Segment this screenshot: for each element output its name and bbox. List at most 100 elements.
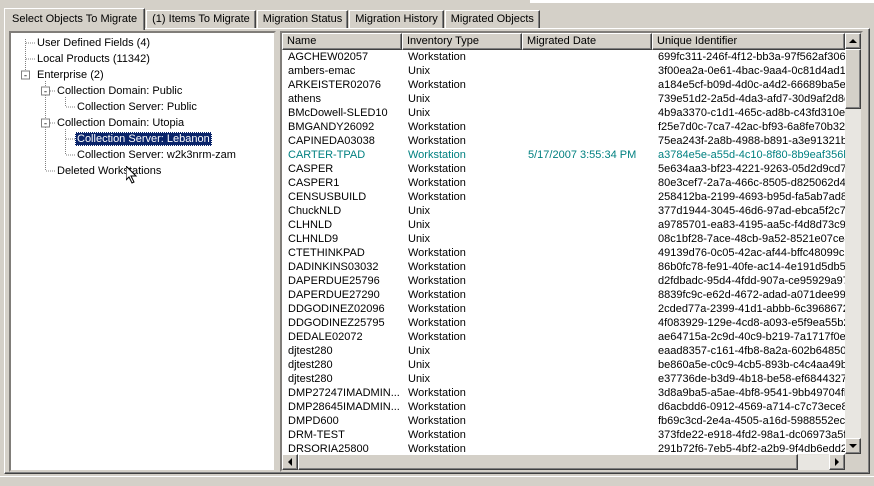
cell-migrated-date: [522, 218, 652, 232]
cell-inventory-type: Unix: [408, 107, 431, 119]
cell-migrated-date: [522, 288, 652, 302]
tab-1-items-to-migrate[interactable]: (1) Items To Migrate: [146, 10, 256, 29]
cell-unique-identifier: 8839fc9c-e62d-4672-adad-a071dee992: [658, 289, 845, 301]
table-row[interactable]: CARTER-TPAD Workstation 5/17/2007 3:55:34 …: [282, 148, 845, 162]
cell-migrated-date: [522, 50, 652, 64]
tree-node-user-defined-fields-4[interactable]: User Defined Fields (4): [35, 36, 152, 50]
scroll-left-button[interactable]: [282, 454, 298, 470]
table-row[interactable]: ChuckNLD Unix 377d1944-3045-46d6-97ad-ebca…: [282, 204, 845, 218]
cell-inventory-type: Unix: [408, 373, 431, 385]
tree-node-enterprise-2[interactable]: Enterprise (2): [35, 68, 106, 82]
tab-migration-history[interactable]: Migration History: [349, 10, 444, 29]
cell-name: CLHNLD9: [288, 233, 339, 245]
tab-migration-status[interactable]: Migration Status: [256, 10, 349, 29]
column-header-inventory-type[interactable]: Inventory Type: [402, 33, 522, 50]
tree-node-local-products-11342[interactable]: Local Products (11342): [35, 52, 152, 66]
column-header-migrated-date[interactable]: Migrated Date: [522, 33, 652, 50]
table-row[interactable]: CAPINEDA03038 Workstation 75ea243f-2a8b-49…: [282, 134, 845, 148]
cell-inventory-type: Unix: [408, 219, 431, 231]
table-row[interactable]: ARKEISTER02076 Workstation a184e5cf-b09d-4…: [282, 78, 845, 92]
table-row[interactable]: djtest280 Unix e37736de-b3d9-4b18-be58-ef6…: [282, 372, 845, 386]
cell-inventory-type: Workstation: [408, 135, 466, 147]
table-row[interactable]: CLHNLD Unix a9785701-ea83-4195-aa5c-f4d8d7…: [282, 218, 845, 232]
scroll-down-button[interactable]: [845, 438, 861, 454]
cell-inventory-type: Workstation: [408, 191, 466, 203]
cell-unique-identifier: 377d1944-3045-46d6-97ad-ebca5f2c70: [658, 205, 845, 217]
cell-migrated-date: [522, 414, 652, 428]
tab-migrated-objects[interactable]: Migrated Objects: [444, 10, 540, 29]
scroll-up-button[interactable]: [845, 33, 861, 49]
table-row[interactable]: djtest280 Unix eaad8357-c161-4fb8-8a2a-602…: [282, 344, 845, 358]
table-row[interactable]: DMPD600 Workstation fb69c3cd-2e4a-4505-a16…: [282, 414, 845, 428]
cell-name: AGCHEW02057: [288, 51, 369, 63]
cell-name: ambers-emac: [288, 65, 356, 77]
cell-name: CASPER: [288, 163, 334, 175]
table-row[interactable]: AGCHEW02057 Workstation 699fc311-246f-4f12…: [282, 50, 845, 64]
tree-node-collection-server-lebanon[interactable]: Collection Server: Lebanon: [75, 132, 212, 146]
tree-node-collection-server-w2k3nrm-zam[interactable]: Collection Server: w2k3nrm-zam: [75, 148, 238, 162]
cell-unique-identifier: 5e634aa3-bf23-4221-9263-05d2d9cd7e: [658, 163, 845, 175]
tab-select-objects-to-migrate[interactable]: Select Objects To Migrate: [4, 8, 146, 30]
cell-inventory-type: Workstation: [408, 177, 466, 189]
scroll-corner: [845, 454, 861, 470]
table-row[interactable]: BMcDowell-SLED10 Unix 4b9a3370-c1d1-465c-a…: [282, 106, 845, 120]
tree-node-collection-domain-public[interactable]: Collection Domain: Public: [55, 84, 184, 98]
table-row[interactable]: DMP28645IMADMIN... Workstation d6acbdd6-09…: [282, 400, 845, 414]
column-header-name[interactable]: Name: [282, 33, 402, 50]
table-row[interactable]: DAPERDUE25796 Workstation d2fdbadc-95d4-4f…: [282, 274, 845, 288]
table-row[interactable]: athens Unix 739e51d2-2a5d-4da3-afd7-30d9af…: [282, 92, 845, 106]
object-tree[interactable]: - - - User Defined Fields (4) Local Product…: [9, 31, 276, 472]
tree-collapse-icon[interactable]: -: [41, 86, 50, 97]
table-row[interactable]: ambers-emac Unix 3f00ea2a-0e61-4bac-9aa4-0…: [282, 64, 845, 78]
table-row[interactable]: CTETHINKPAD Workstation 49139d76-0c05-42ac…: [282, 246, 845, 260]
table-row[interactable]: DRM-TEST Workstation 373fde22-e918-4fd2-98…: [282, 428, 845, 442]
column-header-unique-identifier[interactable]: Unique Identifier: [652, 33, 845, 50]
cell-unique-identifier: 258412ba-2199-4693-b95d-fa5ab7ad85: [658, 191, 845, 203]
table-row[interactable]: CENSUSBUILD Workstation 258412ba-2199-4693…: [282, 190, 845, 204]
tree-expander-glyph: -: [44, 87, 47, 97]
cell-unique-identifier: 3d8a9ba5-a5ae-4bf8-9541-9bb49704fb: [658, 387, 845, 399]
table-row[interactable]: DADINKINS03032 Workstation 86b0fc78-fe91-4…: [282, 260, 845, 274]
table-row[interactable]: DEDALE02072 Workstation ae64715a-2c9d-40c9…: [282, 330, 845, 344]
cell-inventory-type: Workstation: [408, 79, 466, 91]
table-row[interactable]: DMP27247IMADMIN... Workstation 3d8a9ba5-a5…: [282, 386, 845, 400]
table-row[interactable]: CASPER Workstation 5e634aa3-bf23-4221-9263…: [282, 162, 845, 176]
table-row[interactable]: djtest280 Unix be860a5e-c0c9-4cb5-893b-c4c…: [282, 358, 845, 372]
cell-migrated-date: [522, 78, 652, 92]
tree-collapse-icon[interactable]: -: [21, 70, 30, 81]
cell-name: DEDALE02072: [288, 331, 363, 343]
cell-inventory-type: Workstation: [408, 51, 466, 63]
table-row[interactable]: CLHNLD9 Unix 08c1bf28-7ace-48cb-9a52-8521e…: [282, 232, 845, 246]
horizontal-scrollbar[interactable]: [282, 454, 845, 470]
cell-inventory-type: Workstation: [408, 317, 466, 329]
cell-unique-identifier: d2fdbadc-95d4-4fdd-907a-ce95929a97: [658, 275, 845, 287]
tree-node-collection-domain-utopia[interactable]: Collection Domain: Utopia: [55, 116, 186, 130]
cell-inventory-type: Unix: [408, 345, 431, 357]
cell-unique-identifier: 3f00ea2a-0e61-4bac-9aa4-0c81d4ad14: [658, 65, 845, 77]
cell-inventory-type: Workstation: [408, 275, 466, 287]
arrow-right-icon: [834, 458, 839, 466]
window-bottom-strip: [0, 476, 874, 486]
cell-name: BMcDowell-SLED10: [288, 107, 388, 119]
cell-inventory-type: Workstation: [408, 387, 466, 399]
cell-migrated-date: [522, 330, 652, 344]
table-row[interactable]: DAPERDUE27290 Workstation 8839fc9c-e62d-46…: [282, 288, 845, 302]
tree-node-deleted-workstations[interactable]: Deleted Workstations: [55, 164, 163, 178]
table-row[interactable]: BMGANDY26092 Workstation f25e7d0c-7ca7-42a…: [282, 120, 845, 134]
table-row[interactable]: DDGODINEZ02096 Workstation 2cded77a-2399-4…: [282, 302, 845, 316]
cell-name: CTETHINKPAD: [288, 247, 365, 259]
tree-node-collection-server-public[interactable]: Collection Server: Public: [75, 100, 199, 114]
vertical-scrollbar[interactable]: [845, 33, 861, 454]
table-row[interactable]: CASPER1 Workstation 80e3cef7-2a7a-466c-850…: [282, 176, 845, 190]
scroll-right-button[interactable]: [829, 454, 845, 470]
cell-name: ChuckNLD: [288, 205, 342, 217]
objects-list[interactable]: Name Inventory Type Migrated Date Unique Id…: [280, 31, 863, 472]
tree-collapse-icon[interactable]: -: [41, 118, 50, 129]
cell-name: DDGODINEZ25795: [288, 317, 385, 329]
cell-name: djtest280: [288, 345, 333, 357]
horizontal-scroll-thumb[interactable]: [298, 454, 798, 470]
cell-migrated-date: [522, 372, 652, 386]
vertical-scroll-thumb[interactable]: [845, 49, 861, 109]
table-row[interactable]: DDGODINEZ25795 Workstation 4f083929-129e-4…: [282, 316, 845, 330]
cell-name: CLHNLD: [288, 219, 333, 231]
